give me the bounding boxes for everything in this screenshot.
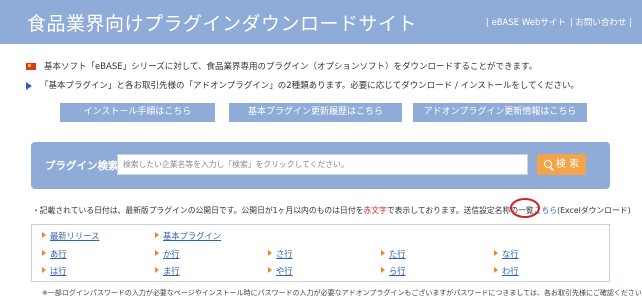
highlight-circle <box>510 198 540 218</box>
index-ha-row[interactable]: は行 <box>42 265 67 277</box>
notice-red-text: 赤文字 <box>363 206 387 215</box>
intro-line-2: 「基本プラグイン」と各お取引先様の「アドオンプラグイン」の2種類あります。必要に… <box>26 79 626 91</box>
intro-line-1: 基本ソフト「eBASE」シリーズに対して、食品業界専用のプラグイン（オプションソ… <box>26 60 626 72</box>
ebase-website-link[interactable]: | eBASE Webサイト <box>486 16 566 28</box>
plugin-search-panel: プラグイン検索 検索したい企業名等を入力し「検索」をクリックしてください。 検 … <box>31 142 610 189</box>
triangle-bullet-icon <box>26 81 32 91</box>
search-button-label: 検 索 <box>555 159 580 170</box>
site-header: 食品業界向けプラグインダウンロードサイト | eBASE Webサイト | お問… <box>0 0 642 44</box>
notice-text-start: ・記載されている日付は、最新版プラグインの公開日です。公開日が1ヶ月以内のものは… <box>32 206 364 215</box>
intro-text-1: 基本ソフト「eBASE」シリーズに対して、食品業界専用のプラグイン（オプションソ… <box>44 62 538 72</box>
install-guide-button[interactable]: インストール手順はこちら <box>60 103 215 122</box>
flag-icon <box>26 62 36 72</box>
index-ta-row[interactable]: た行 <box>381 248 406 260</box>
index-ma-row[interactable]: ま行 <box>155 265 180 277</box>
index-na-row[interactable]: な行 <box>494 248 519 260</box>
search-button[interactable]: 検 索 <box>537 154 586 175</box>
addon-plugin-info-button[interactable]: アドオンプラグイン更新情報はこちら <box>413 103 587 122</box>
plugin-index-panel: 最新リリース 基本プラグイン あ行 か行 さ行 た行 な行 は行 ま行 や行 ら… <box>31 224 610 282</box>
index-basic-plugin[interactable]: 基本プラグイン <box>155 230 221 242</box>
index-wa-row[interactable]: わ行 <box>494 265 519 277</box>
index-a-row[interactable]: あ行 <box>42 248 67 260</box>
contact-link[interactable]: | お問い合わせ | <box>570 16 632 28</box>
notice-text-end: (Excelダウンロード) <box>557 206 631 215</box>
header-links: | eBASE Webサイト | お問い合わせ | <box>486 16 632 28</box>
index-ka-row[interactable]: か行 <box>155 248 180 260</box>
search-label: プラグイン検索 <box>45 160 119 172</box>
index-latest-release[interactable]: 最新リリース <box>42 230 99 242</box>
basic-plugin-history-button[interactable]: 基本プラグイン更新履歴はこちら <box>229 103 402 122</box>
search-icon <box>543 160 552 168</box>
intro-text-2: 「基本プラグイン」と各お取引先様の「アドオンプラグイン」の2種類あります。必要に… <box>40 81 579 91</box>
index-ya-row[interactable]: や行 <box>268 265 293 277</box>
search-input[interactable]: 検索したい企業名等を入力し「検索」をクリックしてください。 <box>117 154 528 175</box>
date-notice: ・記載されている日付は、最新版プラグインの公開日です。公開日が1ヶ月以内のものは… <box>32 205 631 216</box>
password-footnote: ※一部ログインパスワードの入力が必要なページやインストール時にパスワードの入力が… <box>42 289 642 297</box>
index-sa-row[interactable]: さ行 <box>268 248 293 260</box>
index-ra-row[interactable]: ら行 <box>381 265 406 277</box>
site-title: 食品業界向けプラグインダウンロードサイト <box>27 13 418 35</box>
